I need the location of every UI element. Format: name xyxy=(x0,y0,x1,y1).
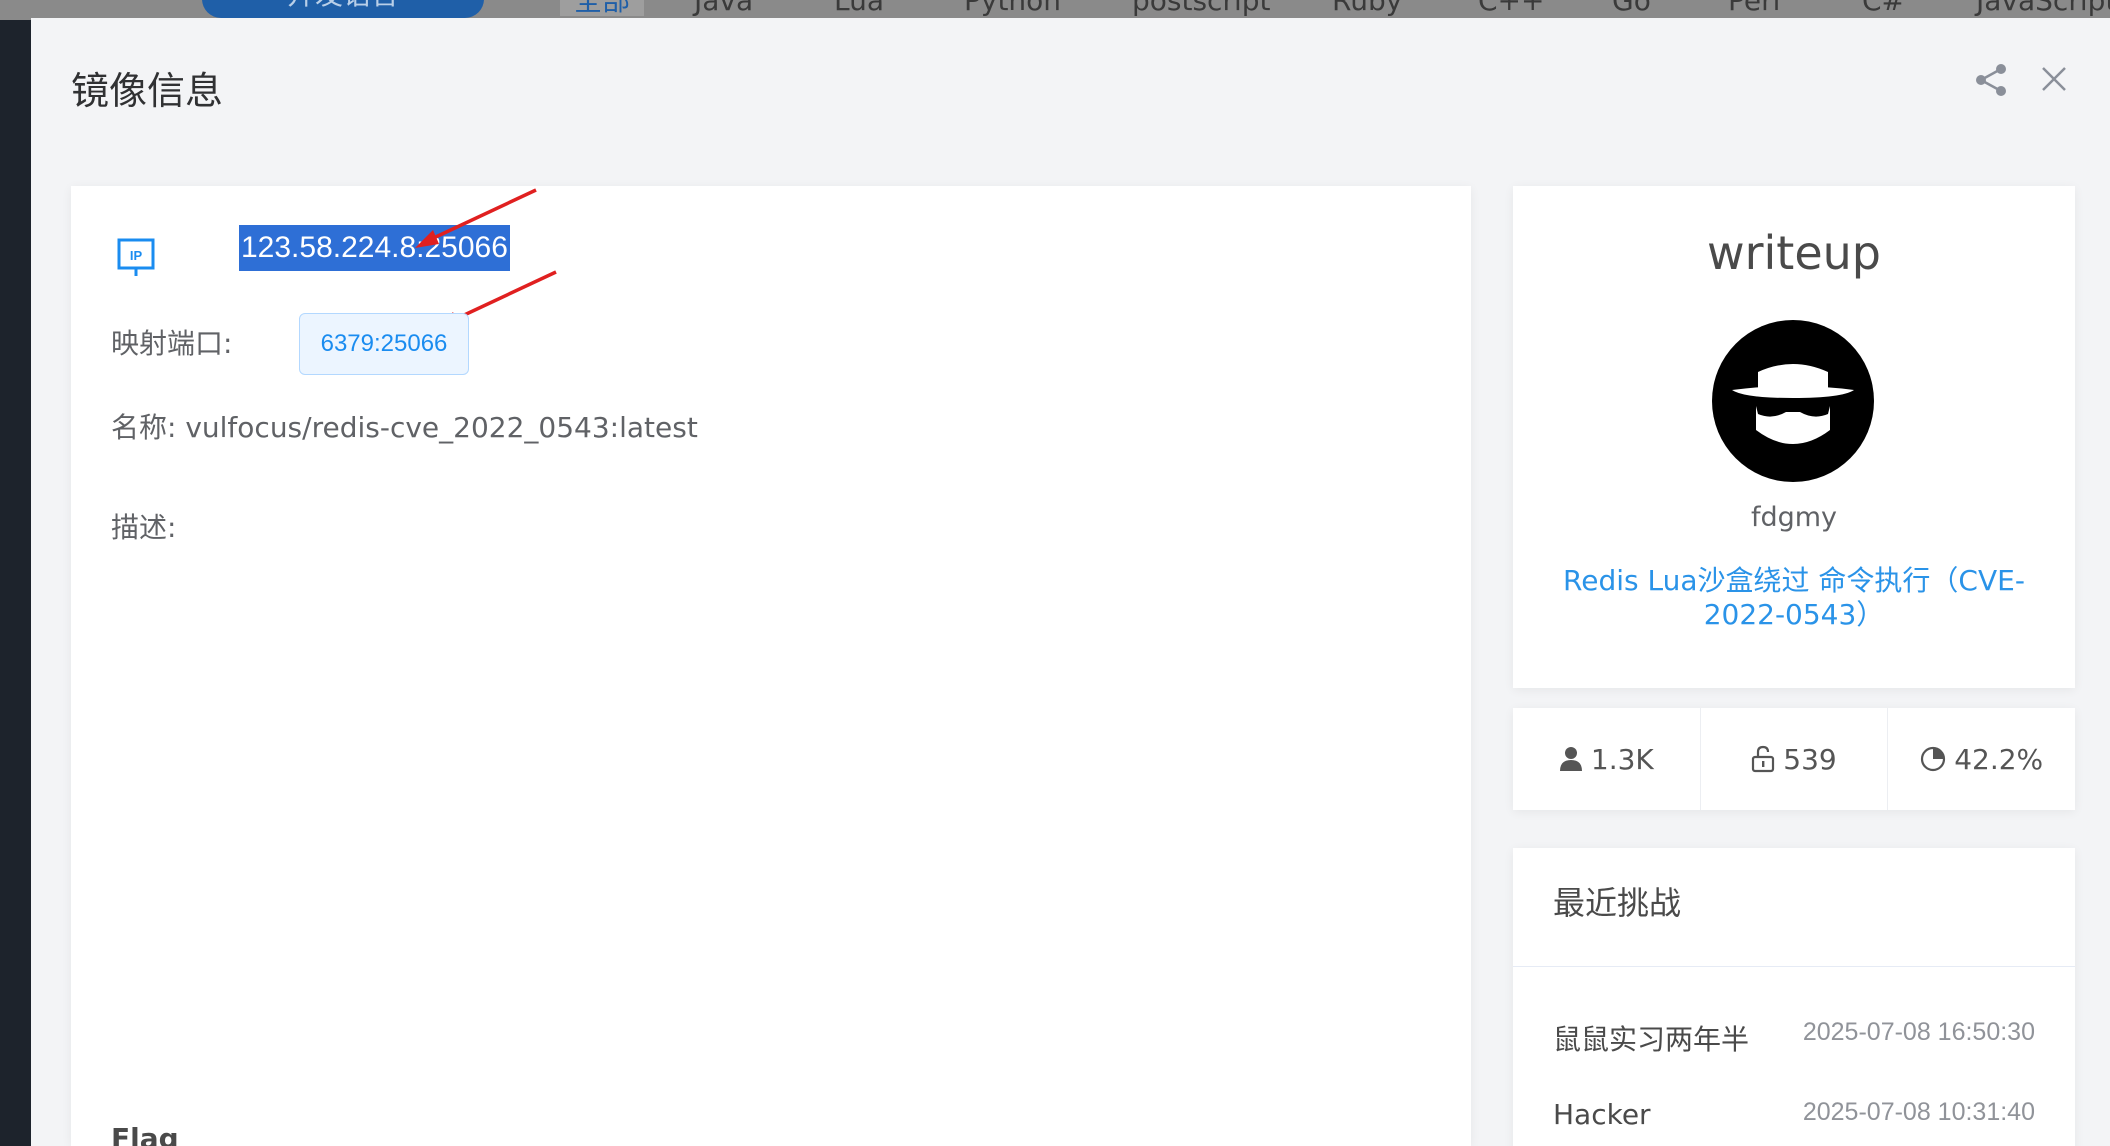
share-icon[interactable] xyxy=(1973,62,2009,98)
stat-users: 1.3K xyxy=(1513,708,1701,810)
stat-rate-value: 42.2% xyxy=(1954,742,2044,776)
writeup-card: writeup fdgmy Redis Lua沙盒绕过 命令执行（CVE-202… xyxy=(1513,186,2075,688)
annotation-arrow-ip xyxy=(415,188,537,248)
bg-tab-go: Go xyxy=(1612,0,1651,17)
bg-tab-javascript: JavaScript xyxy=(1976,0,2110,17)
mapped-port-label: 映射端口: xyxy=(111,327,233,360)
recent-time: 2025-07-08 16:50:30 xyxy=(1802,1018,2035,1046)
dialog-header: 镜像信息 xyxy=(31,18,2110,158)
ip-monitor-icon: IP xyxy=(117,238,155,276)
bg-tab-python: Python xyxy=(964,0,1062,17)
background-category-nav: 开发语言 全部 Java Lua Python postscript Ruby … xyxy=(0,0,2110,20)
bg-tab-java: Java xyxy=(694,0,754,17)
writeup-author[interactable]: fdgmy xyxy=(1513,502,2075,533)
stat-users-value: 1.3K xyxy=(1590,742,1654,776)
recent-challenges-title: 最近挑战 xyxy=(1553,884,1682,922)
stat-unlocked-value: 539 xyxy=(1783,742,1837,776)
image-detail-card: IP 123.58.224.8:25066 映射端口: 6379:25066 名… xyxy=(71,186,1471,1146)
background-sidebar xyxy=(0,0,31,1146)
recent-time: 2025-07-08 10:31:40 xyxy=(1802,1098,2035,1126)
image-name: 名称: vulfocus/redis-cve_2022_0543:latest xyxy=(111,411,698,444)
divider xyxy=(1513,966,2075,967)
bg-tab-cpp: C++ xyxy=(1478,0,1545,17)
ip-icon-label: IP xyxy=(130,248,143,263)
stat-unlocked: 539 xyxy=(1701,708,1889,810)
bg-tab-all: 全部 xyxy=(560,0,645,16)
recent-challenges-card: 最近挑战 鼠鼠实习两年半 2025-07-08 16:50:30 Hacker … xyxy=(1513,848,2075,1146)
hacker-avatar-icon xyxy=(1712,320,1874,482)
recent-user-name: 鼠鼠实习两年半 xyxy=(1553,1023,1750,1056)
recent-user-name: Hacker xyxy=(1553,1098,1651,1131)
bg-tab-postscript: postscript xyxy=(1132,0,1271,17)
writeup-title: writeup xyxy=(1706,226,1881,280)
recent-challenge-row: Hacker 2025-07-08 10:31:40 xyxy=(1553,1098,2035,1131)
challenge-stats: 1.3K 539 42.2% xyxy=(1513,708,2075,810)
stat-rate: 42.2% xyxy=(1888,708,2075,810)
writeup-cve-link[interactable]: Redis Lua沙盒绕过 命令执行（CVE-2022-0543） xyxy=(1553,564,2035,632)
close-icon[interactable] xyxy=(2037,62,2071,96)
bg-tab-csharp: C# xyxy=(1862,0,1906,17)
flag-label: Flag xyxy=(111,1122,179,1146)
dialog-title: 镜像信息 xyxy=(71,69,224,113)
image-info-dialog: 镜像信息 IP 123.58.224.8:25066 映射端口: 6379:25… xyxy=(31,18,2110,1146)
description-label: 描述: xyxy=(111,511,177,544)
unlock-icon xyxy=(1752,745,1775,773)
pie-chart-icon xyxy=(1921,746,1946,772)
recent-challenge-row: 鼠鼠实习两年半 2025-07-08 16:50:30 xyxy=(1553,1018,2035,1058)
mapped-port-tag: 6379:25066 xyxy=(299,313,469,375)
bg-tab-ruby: Ruby xyxy=(1332,0,1403,17)
bg-category-pill: 开发语言 xyxy=(202,0,484,18)
bg-tab-perl: Perl xyxy=(1728,0,1781,17)
user-icon xyxy=(1559,747,1582,771)
bg-tab-lua: Lua xyxy=(834,0,885,17)
